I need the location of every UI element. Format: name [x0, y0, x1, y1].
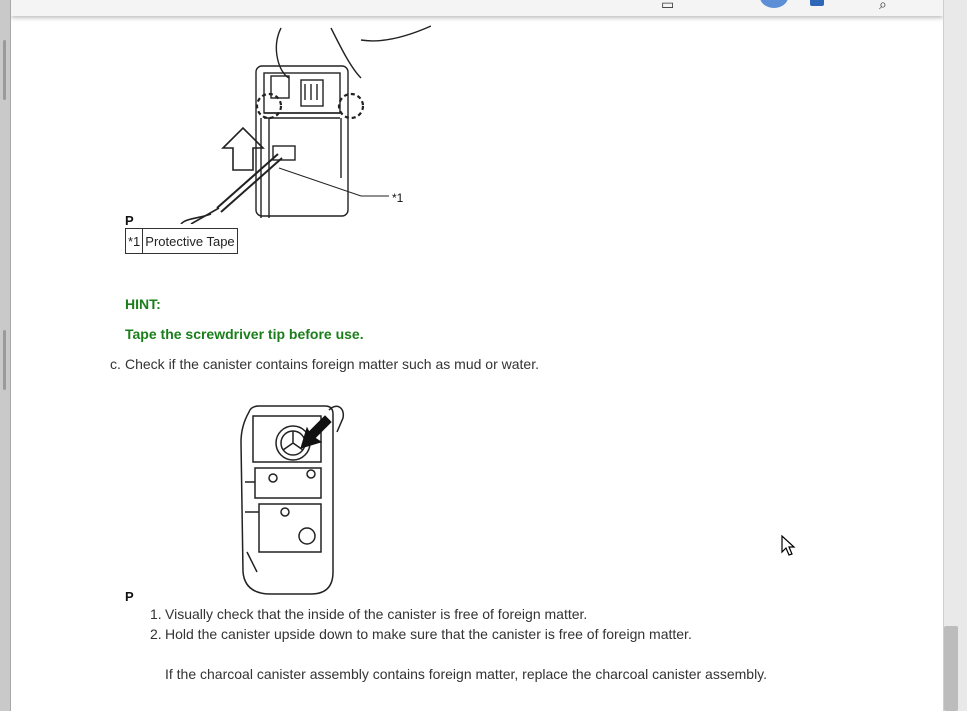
document-viewer: ▭ ⌕ *1 P *1 Protective Tape HINT: Tape t… [11, 0, 943, 711]
callout-row: *1 Protective Tape [124, 228, 238, 254]
figure1-part-label: P [125, 213, 134, 228]
comment-icon[interactable]: ▭ [661, 0, 674, 13]
figure-charcoal-canister [240, 405, 345, 595]
callout-table: *1 Protective Tape [124, 228, 238, 254]
direction-arrow-icon [300, 415, 332, 449]
toolbar: ▭ ⌕ [11, 0, 943, 16]
step-c-text: Check if the canister contains foreign m… [125, 356, 539, 372]
hint-title: HINT: [125, 296, 161, 312]
callout-code: *1 [124, 228, 144, 254]
edge-notch [3, 40, 6, 100]
step-c-marker: c. [110, 356, 121, 372]
callout-text: Protective Tape [142, 228, 238, 254]
replacement-note: If the charcoal canister assembly contai… [165, 666, 768, 682]
figure1-callout-marker: *1 [392, 191, 404, 205]
substep-1-text: Visually check that the inside of the ca… [165, 606, 588, 622]
left-window-edge [0, 0, 11, 711]
avatar[interactable] [760, 0, 788, 8]
substep-2-number: 2. [150, 626, 162, 642]
vertical-scrollbar[interactable] [943, 0, 967, 711]
mouse-cursor-icon [781, 535, 796, 556]
hint-text: Tape the screwdriver tip before use. [125, 326, 364, 342]
substep-1-number: 1. [150, 606, 162, 622]
figure-screwdriver-removal: *1 [180, 25, 431, 224]
edge-notch [3, 330, 6, 390]
search-icon[interactable]: ⌕ [879, 0, 887, 13]
substep-2-text: Hold the canister upside down to make su… [165, 626, 692, 642]
scrollbar-thumb[interactable] [944, 626, 958, 711]
figure2-part-label: P [125, 589, 134, 604]
calendar-add-icon[interactable] [810, 0, 824, 6]
